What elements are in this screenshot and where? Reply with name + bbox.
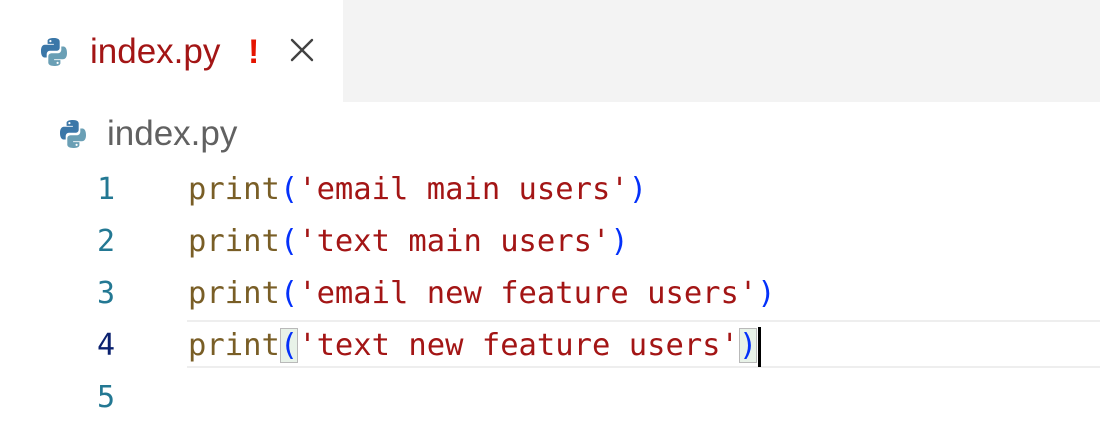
close-paren: )	[628, 172, 648, 207]
code-line[interactable]: 5	[0, 372, 1100, 424]
code-text[interactable]: print('text main users')	[188, 216, 629, 268]
tab-index-py[interactable]: index.py !	[0, 0, 343, 102]
code-line[interactable]: 2 print('text main users')	[0, 216, 1100, 268]
text-cursor	[758, 326, 762, 367]
line-number: 3	[96, 276, 115, 311]
code-text[interactable]: print('text new feature users')	[188, 320, 762, 372]
breadcrumb-filename[interactable]: index.py	[107, 110, 237, 158]
close-paren-matched: )	[738, 328, 758, 363]
editor-tab-bar: index.py !	[0, 0, 1100, 102]
function-token: print	[188, 224, 280, 259]
string-token: 'text new feature users'	[298, 328, 739, 363]
string-token: 'email new feature users'	[298, 276, 758, 311]
string-token: 'text main users'	[298, 224, 611, 259]
code-line[interactable]: 3 print('email new feature users')	[0, 268, 1100, 320]
function-token: print	[188, 276, 280, 311]
problem-marker: !	[248, 33, 260, 71]
open-paren-matched: (	[279, 328, 299, 363]
line-number: 5	[96, 380, 115, 415]
close-icon[interactable]	[288, 36, 316, 64]
open-paren: (	[279, 276, 299, 311]
code-line-current[interactable]: 4 print('text new feature users')	[0, 320, 1100, 372]
open-paren: (	[279, 172, 299, 207]
tab-filename: index.py	[90, 32, 221, 71]
close-paren: )	[610, 224, 629, 259]
python-icon	[60, 120, 86, 148]
line-number: 2	[96, 224, 115, 259]
code-text[interactable]: print('email new feature users')	[188, 268, 776, 320]
code-text[interactable]: print('email main users')	[188, 164, 647, 216]
function-token: print	[188, 328, 280, 363]
python-icon	[41, 38, 67, 66]
code-line[interactable]: 1 print('email main users')	[0, 164, 1100, 216]
line-number: 1	[96, 172, 115, 207]
function-token: print	[188, 172, 280, 207]
line-number: 4	[96, 328, 115, 363]
string-token: 'email main users'	[298, 172, 629, 207]
code-editor[interactable]: 1 print('email main users') 2 print('tex…	[0, 164, 1100, 418]
close-paren: )	[757, 276, 776, 311]
open-paren: (	[279, 224, 299, 259]
